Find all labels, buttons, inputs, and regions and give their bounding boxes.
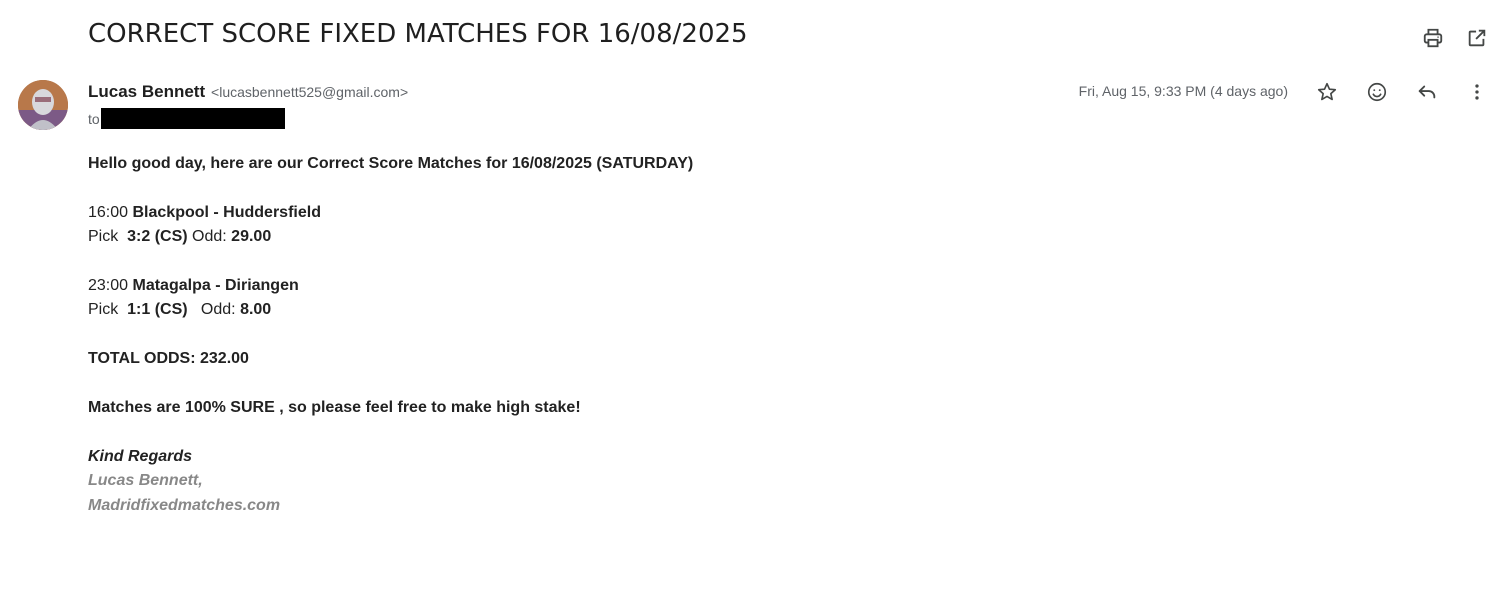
odd-label: Odd: xyxy=(192,228,227,246)
match-2-odd: 8.00 xyxy=(240,301,272,319)
more-vert-icon[interactable] xyxy=(1465,80,1489,104)
open-in-new-window-icon[interactable] xyxy=(1465,26,1489,50)
sender: Lucas Bennett <lucasbennett525@gmail.com… xyxy=(88,82,408,102)
signature-site: Madridfixedmatches.com xyxy=(88,496,281,514)
signature-regards: Kind Regards xyxy=(88,447,193,465)
printer-icon[interactable] xyxy=(1421,26,1445,50)
emoji-reaction-icon[interactable] xyxy=(1365,80,1389,104)
thread-actions xyxy=(1421,26,1489,50)
avatar[interactable] xyxy=(18,80,68,130)
recipient-line: to xyxy=(88,108,285,129)
note: Matches are 100% SURE , so please feel f… xyxy=(88,399,581,416)
match-2-time: 23:00 xyxy=(88,277,129,294)
greeting: Hello good day, here are our Correct Sco… xyxy=(88,155,694,172)
pick-label: Pick xyxy=(88,301,119,319)
match-1-odd: 29.00 xyxy=(231,228,272,246)
match-2-pick: 1:1 (CS) xyxy=(127,301,188,319)
star-icon[interactable] xyxy=(1315,80,1339,104)
match-2-pick-line: Pick 1:1 (CS) Odd: 8.00 xyxy=(88,298,693,322)
reply-icon[interactable] xyxy=(1415,80,1439,104)
sender-name[interactable]: Lucas Bennett xyxy=(88,82,205,101)
to-label[interactable]: to xyxy=(88,111,100,127)
match-1-pick: 3:2 (CS) xyxy=(127,228,188,246)
signature-name: Lucas Bennett, xyxy=(88,472,203,490)
match-1-time: 16:00 xyxy=(88,203,129,221)
total-odds: TOTAL ODDS: 232.00 xyxy=(88,350,249,368)
sender-email: <lucasbennett525@gmail.com> xyxy=(211,84,409,100)
match-2-teams: Matagalpa - Diriangen xyxy=(132,277,299,294)
match-1-teams: Blackpool - Huddersfield xyxy=(132,203,321,221)
match-1: 16:00 Blackpool - Huddersfield xyxy=(88,201,693,225)
message-date: Fri, Aug 15, 9:33 PM (4 days ago) xyxy=(1078,83,1288,99)
message-actions xyxy=(1315,80,1489,104)
odd-label: Odd: xyxy=(200,301,236,319)
email-view: CORRECT SCORE FIXED MATCHES FOR 16/08/20… xyxy=(0,0,1501,606)
pick-label: Pick xyxy=(88,228,119,246)
match-1-pick-line: Pick 3:2 (CS) Odd: 29.00 xyxy=(88,225,693,249)
email-body: Hello good day, here are our Correct Sco… xyxy=(88,152,693,518)
redacted-recipient xyxy=(100,108,285,129)
match-2: 23:00 Matagalpa - Diriangen xyxy=(88,274,693,298)
email-subject: CORRECT SCORE FIXED MATCHES FOR 16/08/20… xyxy=(88,19,748,49)
